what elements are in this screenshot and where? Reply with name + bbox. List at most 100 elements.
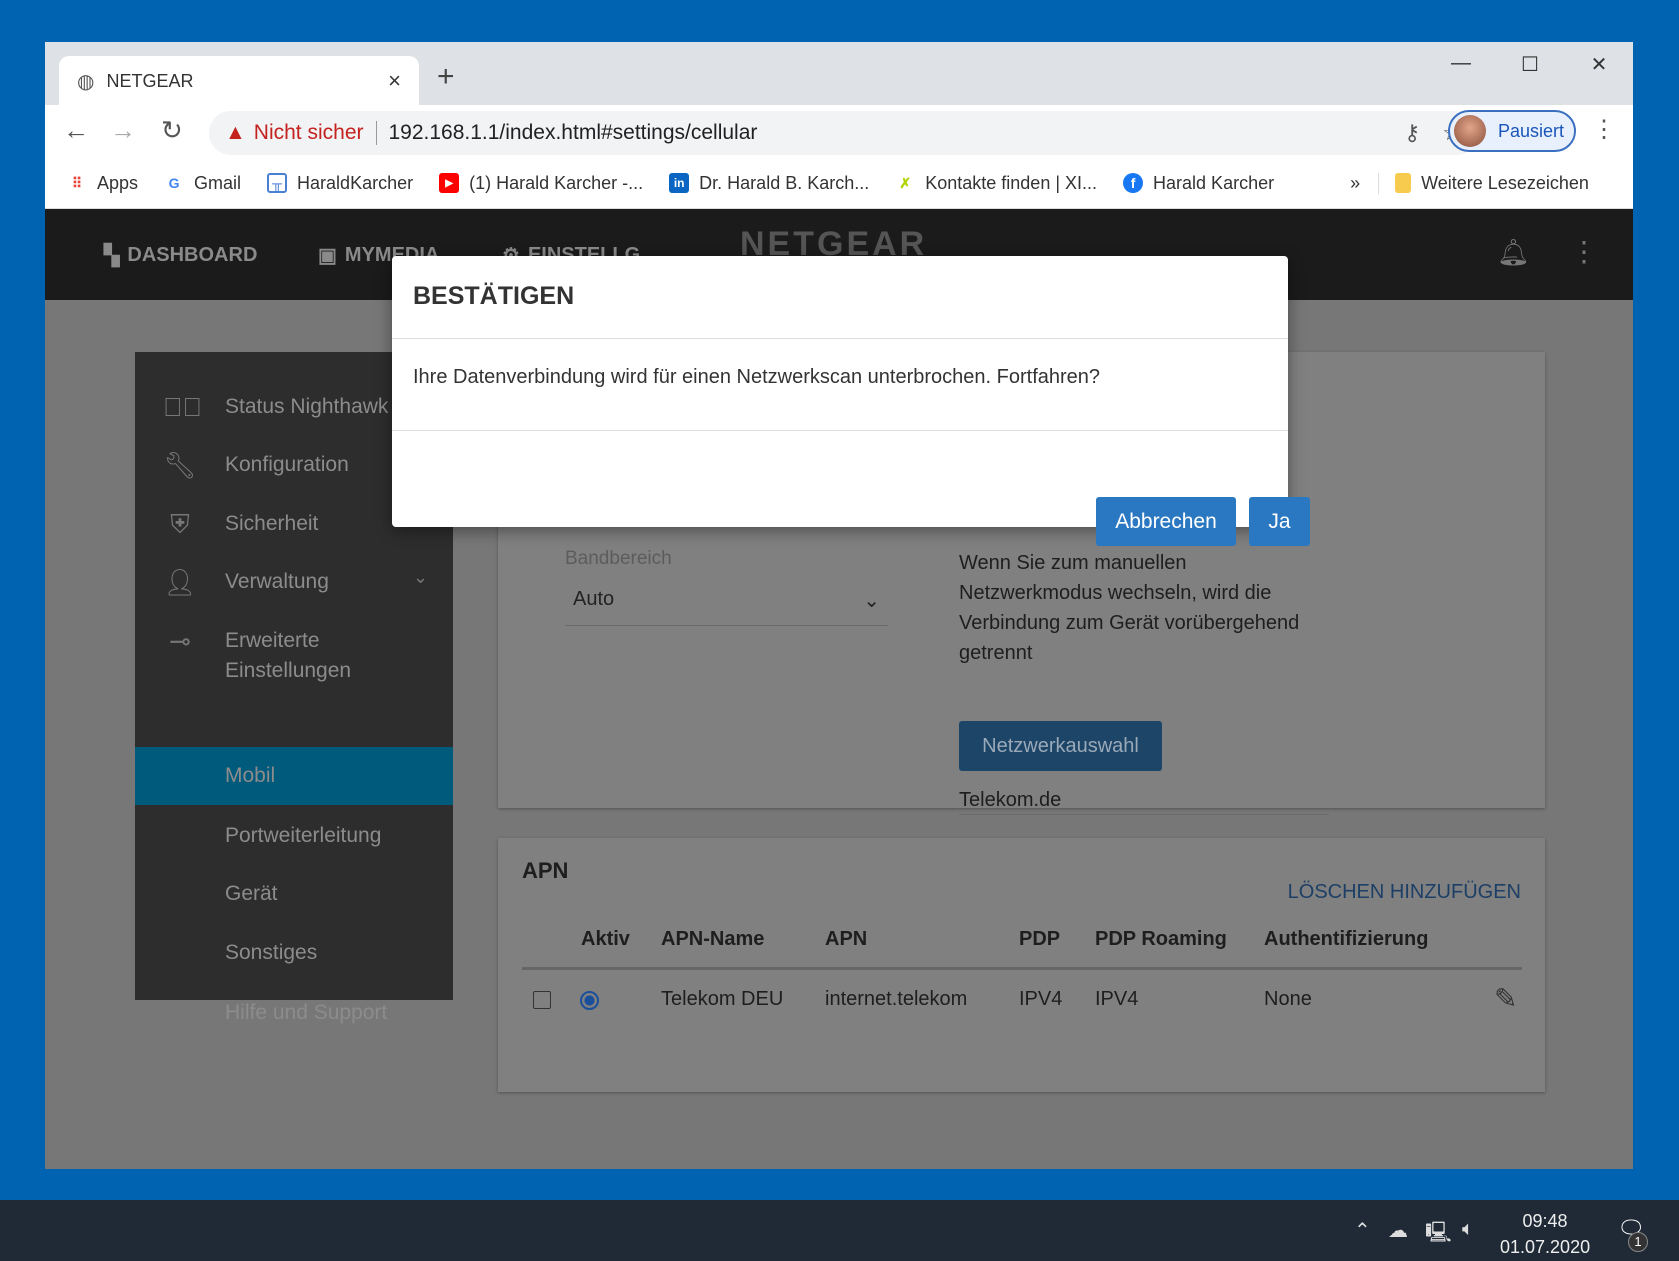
browser-window: ◍ NETGEAR × + — ☐ ✕ ← → ↻ ▲ Nicht sicher… [45, 42, 1633, 1169]
dialog-title: BESTÄTIGEN [413, 282, 575, 310]
url-text: 192.168.1.1/index.html#settings/cellular [388, 121, 758, 144]
sidebar-item-sonstiges[interactable]: Sonstiges [135, 938, 453, 978]
close-tab-icon[interactable]: × [388, 68, 401, 94]
divider [392, 430, 1288, 431]
linkedin-icon: in [669, 173, 690, 193]
cell-auth: None [1264, 988, 1312, 1010]
info-line: Verbindung zum Gerät vorübergehend [959, 612, 1300, 634]
other-bookmarks[interactable]: Weitere Lesezeichen [1378, 172, 1589, 194]
bookmark-label: Dr. Harald B. Karch... [699, 172, 870, 193]
network-info: Wenn Sie zum manuellen Netzwerkmodus wec… [959, 548, 1299, 668]
xing-icon: ✗ [899, 174, 912, 191]
profile-button[interactable]: Pausiert [1448, 110, 1576, 152]
chevron-down-icon: ⌄ [863, 590, 880, 612]
apn-table-header: Aktiv APN-Name APN PDP PDP Roaming Authe… [522, 928, 1522, 970]
sidebar-item-verwaltung[interactable]: 👤︎ Verwaltung ⌄ [135, 567, 453, 607]
tab-title: NETGEAR [106, 70, 194, 91]
bell-icon[interactable]: 🔔︎ [1497, 237, 1530, 268]
sidebar-item-mobil[interactable]: Mobil [135, 747, 453, 805]
key-icon[interactable]: ⚷ [1404, 120, 1420, 146]
help-circle-icon: ?⃝ [163, 998, 197, 1028]
confirm-dialog: BESTÄTIGEN Ihre Datenverbindung wird für… [392, 256, 1310, 546]
more-menu-icon[interactable]: ⋮ [1592, 115, 1616, 144]
bookmark-xing[interactable]: ✗ Kontakte finden | XI... [895, 173, 1097, 194]
divider [392, 338, 1288, 339]
apn-card: APN LÖSCHEN HINZUFÜGEN Aktiv APN-Name AP… [498, 838, 1545, 1092]
person-icon: 👤︎ [163, 567, 197, 597]
table-row: Telekom DEU internet.telekom IPV4 IPV4 N… [522, 983, 1522, 1028]
sidebar-item-geraet[interactable]: Gerät [135, 879, 453, 919]
youtube-icon: ▶ [439, 173, 460, 193]
edit-pencil-icon[interactable]: ✎ [1494, 982, 1517, 1015]
network-name: Telekom.de [959, 789, 1329, 815]
toggle-icon: ⊸ [169, 626, 191, 656]
date: 01.07.2020 [1500, 1237, 1591, 1257]
active-radio[interactable] [580, 991, 599, 1010]
sidebar-item-label: Sicherheit [225, 512, 319, 535]
info-line: Netzwerkmodus wechseln, wird die [959, 582, 1272, 604]
profile-label: Pausiert [1498, 120, 1565, 141]
network-select-button[interactable]: Netzwerkauswahl [959, 721, 1162, 771]
site-icon: ╥ [267, 173, 288, 193]
globe-icon: ◍ [77, 70, 95, 93]
sidebar-item-hilfe[interactable]: ?⃝ Hilfe und Support [135, 998, 453, 1038]
toolbar: ← → ↻ ▲ Nicht sicher 192.168.1.1/index.h… [45, 105, 1633, 158]
bookmark-label: (1) Harald Karcher -... [469, 172, 644, 193]
avatar [1454, 115, 1486, 147]
more-menu-icon[interactable]: ⋮ [1570, 235, 1598, 268]
tab-strip: ◍ NETGEAR × + — ☐ ✕ [45, 42, 1633, 106]
chevron-icon: » [1350, 172, 1361, 193]
cancel-button[interactable]: Abbrechen [1096, 497, 1236, 546]
close-window-button[interactable]: ✕ [1574, 52, 1624, 77]
bookmark-haraldkarcher[interactable]: ╥ HaraldKarcher [267, 173, 413, 194]
bookmarks-bar: ⠿ Apps G Gmail ╥ HaraldKarcher ▶ (1) Harald … [45, 158, 1633, 209]
cell-pdp-roaming: IPV4 [1095, 988, 1139, 1010]
divider [375, 121, 377, 145]
new-tab-button[interactable]: + [437, 60, 455, 94]
reload-icon[interactable]: ↻ [161, 115, 183, 146]
facebook-icon: f [1123, 173, 1144, 193]
label-line: Erweiterte [225, 629, 320, 652]
more-bookmarks-button[interactable]: » [1350, 173, 1360, 194]
notification-count: 1 [1628, 1232, 1648, 1252]
column-header: Authentifizierung [1264, 928, 1429, 950]
taskbar: ⌃ ☁ 🖳︎ 🔈︎ 09:48 01.07.2020 🗨︎ 1 [0, 1200, 1679, 1261]
address-bar[interactable]: ▲ Nicht sicher 192.168.1.1/index.html#se… [209, 111, 1478, 155]
column-header: Aktiv [581, 928, 630, 950]
maximize-button[interactable]: ☐ [1505, 52, 1555, 77]
bookmark-linkedin[interactable]: in Dr. Harald B. Karch... [669, 173, 869, 194]
minimize-button[interactable]: — [1436, 52, 1486, 75]
forward-icon[interactable]: → [110, 115, 136, 146]
volume-icon[interactable]: 🔈︎ [1462, 1218, 1474, 1241]
sidebar-item-label: Hilfe und Support [225, 1001, 388, 1024]
chevron-up-icon[interactable]: ⌃ [1354, 1218, 1371, 1243]
network-icon[interactable]: 🖳︎ [1425, 1218, 1452, 1252]
sidebar-item-label: Erweiterte Einstellungen [225, 626, 351, 686]
band-label: Bandbereich [565, 548, 672, 569]
nav-dashboard[interactable]: ▚ DASHBOARD [104, 243, 257, 268]
sidebar-item-label: Konfiguration [225, 453, 349, 476]
back-icon[interactable]: ← [63, 115, 89, 146]
column-header: APN-Name [661, 928, 765, 950]
nav-label: DASHBOARD [127, 244, 258, 266]
label-line: Einstellungen [225, 659, 352, 682]
bookmark-facebook[interactable]: f Harald Karcher [1123, 173, 1274, 194]
apn-actions-link[interactable]: LÖSCHEN HINZUFÜGEN [1288, 881, 1521, 904]
dashboard-icon: ▚ [104, 245, 120, 267]
cell-pdp: IPV4 [1019, 988, 1063, 1010]
cloud-icon[interactable]: ☁ [1388, 1218, 1408, 1243]
bookmark-apps[interactable]: ⠿ Apps [67, 173, 138, 194]
band-select[interactable]: Auto ⌄ [565, 580, 888, 626]
bookmark-youtube[interactable]: ▶ (1) Harald Karcher -... [439, 173, 643, 194]
warning-icon: ▲ [225, 121, 246, 144]
bookmark-gmail[interactable]: G Gmail [164, 173, 241, 194]
sidebar-item-label: Sonstiges [225, 941, 318, 964]
confirm-button[interactable]: Ja [1249, 497, 1310, 546]
sidebar-item-portweiterleitung[interactable]: Portweiterleitung [135, 821, 453, 861]
row-checkbox[interactable] [533, 991, 551, 1009]
google-icon: G [168, 175, 180, 191]
media-icon: ▣ [318, 245, 337, 267]
clock[interactable]: 09:48 01.07.2020 [1500, 1208, 1590, 1260]
sidebar-item-erweitert[interactable]: ⊸ Erweiterte Einstellungen [135, 626, 453, 696]
browser-tab[interactable]: ◍ NETGEAR × [59, 56, 419, 106]
